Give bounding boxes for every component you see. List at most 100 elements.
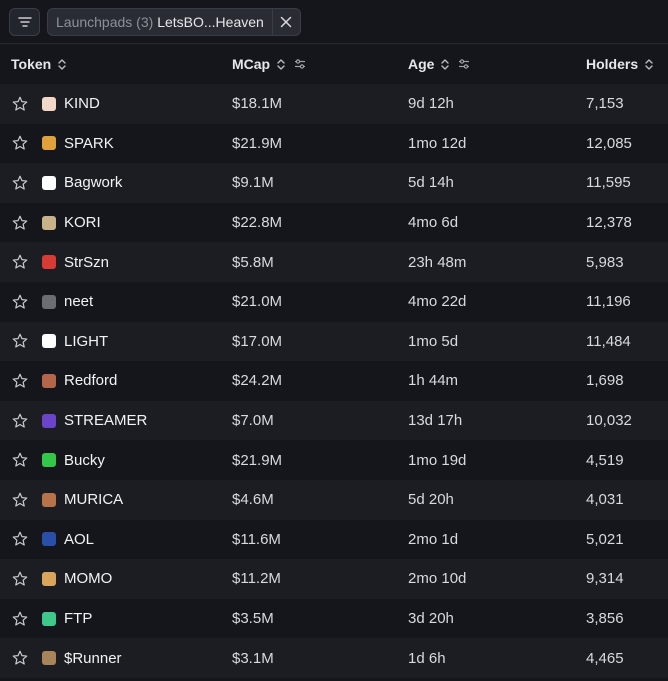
chip-text: Launchpads (3) LetsBO...Heaven bbox=[48, 14, 272, 30]
holders-value: 4,465 bbox=[586, 649, 624, 667]
age-value: 1d 6h bbox=[408, 649, 446, 667]
table-row[interactable]: MURICA $4.6M 5d 20h 4,031 bbox=[0, 479, 668, 520]
age-value: 4mo 22d bbox=[408, 293, 467, 311]
age-value: 23h 48m bbox=[408, 253, 467, 271]
holders-value: 5,983 bbox=[586, 253, 624, 271]
token-cell: SPARK bbox=[0, 134, 221, 152]
star-icon[interactable] bbox=[11, 451, 29, 469]
table-row[interactable]: Bagwork $9.1M 5d 14h 11,595 bbox=[0, 163, 668, 203]
token-name: MURICA bbox=[64, 491, 124, 509]
holders-value: 4,031 bbox=[586, 491, 624, 509]
kori-logo-icon bbox=[42, 215, 56, 230]
token-name: FTP bbox=[64, 610, 93, 628]
mcap-value: $7.0M bbox=[232, 412, 274, 430]
table-row[interactable]: MOMO $11.2M 2mo 10d 9,314 bbox=[0, 559, 668, 599]
mcap-value: $18.1M bbox=[232, 95, 283, 113]
mcap-value: $24.2M bbox=[232, 372, 283, 390]
holders-value: 12,085 bbox=[586, 134, 632, 152]
star-icon[interactable] bbox=[11, 214, 29, 232]
table-row[interactable]: KORI $22.8M 4mo 6d 12,378 bbox=[0, 203, 668, 243]
star-icon[interactable] bbox=[11, 134, 29, 152]
star-icon[interactable] bbox=[11, 95, 29, 113]
mcap-value: $21.9M bbox=[232, 134, 283, 152]
holders-value: 4,519 bbox=[586, 451, 624, 469]
star-icon[interactable] bbox=[11, 253, 29, 271]
column-settings-icon[interactable] bbox=[458, 58, 470, 70]
star-icon[interactable] bbox=[11, 293, 29, 311]
header-holders[interactable]: Holders bbox=[575, 56, 668, 72]
sort-icon[interactable] bbox=[440, 58, 450, 71]
holders-value: 10,032 bbox=[586, 412, 632, 430]
star-icon[interactable] bbox=[11, 649, 29, 667]
age-value: 9d 12h bbox=[408, 95, 454, 113]
filter-button[interactable] bbox=[9, 7, 40, 36]
table-row[interactable]: neet $21.0M 4mo 22d 11,196 bbox=[0, 282, 668, 322]
sort-icon[interactable] bbox=[644, 58, 654, 71]
star-icon[interactable] bbox=[11, 570, 29, 588]
token-cell: Bucky bbox=[0, 451, 221, 469]
chip-value: LetsBO...Heaven bbox=[157, 13, 264, 30]
star-icon[interactable] bbox=[11, 332, 29, 350]
aol-logo-icon bbox=[42, 532, 56, 547]
token-cell: KORI bbox=[0, 214, 221, 232]
age-value: 1h 44m bbox=[408, 372, 459, 390]
token-table-body: KIND $18.1M 9d 12h 7,153 SPARK $21.9M 1m… bbox=[0, 84, 668, 678]
streamer-logo-icon bbox=[42, 413, 56, 428]
chip-remove-button[interactable] bbox=[271, 8, 300, 35]
token-cell: Bagwork bbox=[0, 174, 221, 192]
table-row[interactable]: LIGHT $17.0M 1mo 5d 11,484 bbox=[0, 321, 668, 362]
age-value: 2mo 1d bbox=[408, 530, 459, 548]
sort-icon[interactable] bbox=[276, 58, 286, 71]
header-holders-label: Holders bbox=[586, 56, 639, 72]
token-name: StrSzn bbox=[64, 253, 110, 271]
momo-logo-icon bbox=[42, 571, 56, 586]
token-name: $Runner bbox=[64, 649, 122, 667]
star-icon[interactable] bbox=[11, 491, 29, 509]
age-value: 1mo 5d bbox=[408, 332, 459, 350]
header-age[interactable]: Age bbox=[398, 56, 575, 72]
token-cell: AOL bbox=[0, 530, 221, 548]
header-token[interactable]: Token bbox=[0, 56, 221, 72]
table-row[interactable]: Redford $24.2M 1h 44m 1,698 bbox=[0, 361, 668, 401]
holders-value: 9,314 bbox=[586, 570, 624, 588]
star-icon[interactable] bbox=[11, 610, 29, 628]
table-row[interactable]: AOL $11.6M 2mo 1d 5,021 bbox=[0, 520, 668, 560]
table-row[interactable]: Bucky $21.9M 1mo 19d 4,519 bbox=[0, 440, 668, 480]
table-row[interactable]: SPARK $21.9M 1mo 12d 12,085 bbox=[0, 124, 668, 164]
table-row[interactable]: FTP $3.5M 3d 20h 3,856 bbox=[0, 599, 668, 639]
murica-logo-icon bbox=[42, 492, 56, 507]
token-cell: Redford bbox=[0, 372, 221, 390]
spark-logo-icon bbox=[42, 136, 56, 151]
star-icon[interactable] bbox=[11, 372, 29, 390]
age-value: 1mo 12d bbox=[408, 134, 467, 152]
star-icon[interactable] bbox=[11, 174, 29, 192]
token-name: Bagwork bbox=[64, 174, 123, 192]
table-row[interactable]: StrSzn $5.8M 23h 48m 5,983 bbox=[0, 242, 668, 282]
sort-icon[interactable] bbox=[57, 58, 67, 71]
chip-key: Launchpads (3) bbox=[56, 13, 154, 30]
mcap-value: $9.1M bbox=[232, 174, 274, 192]
star-icon[interactable] bbox=[11, 412, 29, 430]
launchpads-filter-chip[interactable]: Launchpads (3) LetsBO...Heaven bbox=[47, 7, 301, 36]
filter-icon bbox=[17, 16, 32, 27]
heart-icon bbox=[42, 96, 56, 111]
header-mcap[interactable]: MCap bbox=[221, 56, 398, 72]
token-name: STREAMER bbox=[64, 412, 148, 430]
column-settings-icon[interactable] bbox=[294, 58, 306, 70]
table-row[interactable]: KIND $18.1M 9d 12h 7,153 bbox=[0, 84, 668, 124]
close-icon bbox=[281, 16, 292, 27]
token-cell: $Runner bbox=[0, 649, 221, 667]
age-value: 3d 20h bbox=[408, 610, 454, 628]
table-row[interactable]: $Runner $3.1M 1d 6h 4,465 bbox=[0, 638, 668, 678]
filter-bar: Launchpads (3) LetsBO...Heaven bbox=[0, 0, 668, 44]
table-row[interactable]: STREAMER $7.0M 13d 17h 10,032 bbox=[0, 400, 668, 441]
token-name: neet bbox=[64, 293, 94, 311]
token-name: LIGHT bbox=[64, 332, 109, 350]
holders-value: 11,595 bbox=[586, 174, 631, 192]
header-token-label: Token bbox=[11, 56, 52, 72]
holders-value: 11,484 bbox=[586, 332, 631, 350]
token-name: SPARK bbox=[64, 134, 114, 152]
neet-logo-icon bbox=[42, 294, 56, 309]
token-name: KORI bbox=[64, 214, 101, 232]
star-icon[interactable] bbox=[11, 530, 29, 548]
